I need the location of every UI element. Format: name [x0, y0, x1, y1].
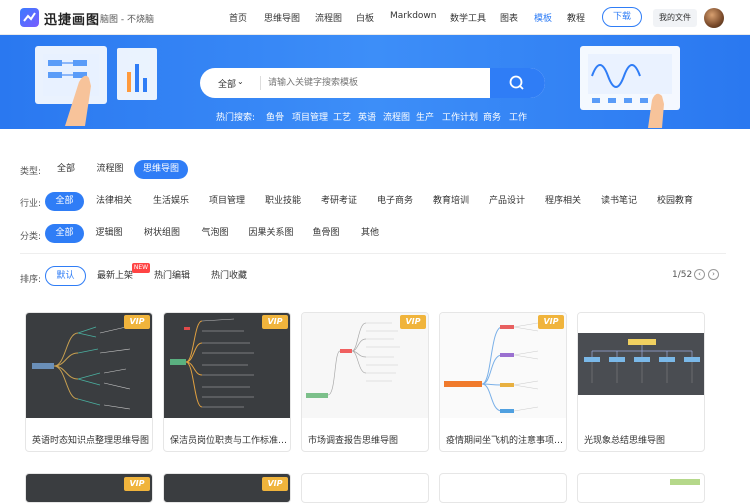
- category-filter-other[interactable]: 其他: [359, 224, 381, 243]
- divider: [20, 253, 726, 254]
- vip-badge: VIP: [538, 315, 564, 329]
- category-filter-bubble[interactable]: 气泡图: [200, 224, 230, 243]
- banner-illustration-right-icon: [580, 46, 680, 128]
- sort-label: 排序:: [20, 275, 42, 285]
- nav-tutorials[interactable]: 教程: [567, 11, 585, 24]
- sort-default[interactable]: 默认: [45, 266, 86, 286]
- hot-search-item[interactable]: 工作计划: [442, 110, 478, 123]
- industry-filter-exam[interactable]: 考研考证: [319, 192, 359, 211]
- industry-filter-education[interactable]: 教育培训: [431, 192, 471, 211]
- banner-illustration-left-icon: [35, 46, 157, 126]
- template-title[interactable]: 疫情期间坐飞机的注意事项思...: [446, 433, 564, 446]
- hot-search-item[interactable]: 流程图: [383, 110, 410, 123]
- template-title[interactable]: 英语时态知识点整理思维导图: [32, 433, 150, 446]
- template-card[interactable]: VIP 保洁员岗位职责与工作标准思...: [163, 312, 291, 452]
- hot-search-item[interactable]: 鱼骨: [266, 110, 284, 123]
- next-page-icon[interactable]: ›: [708, 269, 719, 280]
- thumbnail-node: [670, 479, 700, 485]
- vip-badge: VIP: [400, 315, 426, 329]
- template-title[interactable]: 保洁员岗位职责与工作标准思...: [170, 433, 288, 446]
- hot-search-item[interactable]: 商务: [483, 110, 501, 123]
- template-card[interactable]: VIP 市场调查报告思维导图: [301, 312, 429, 452]
- prev-page-icon[interactable]: ‹: [694, 269, 705, 280]
- industry-filter-reading[interactable]: 读书笔记: [599, 192, 639, 211]
- industry-filter-project[interactable]: 项目管理: [207, 192, 247, 211]
- nav-math-tools[interactable]: 数学工具: [450, 11, 486, 24]
- template-card[interactable]: VIP 英语时态知识点整理思维导图: [25, 312, 153, 452]
- template-card[interactable]: [301, 473, 429, 503]
- chevron-down-icon[interactable]: ⌄: [237, 77, 244, 86]
- template-title[interactable]: 市场调查报告思维导图: [308, 433, 426, 446]
- my-files-button[interactable]: 我的文件: [653, 9, 697, 27]
- nav-mindmap[interactable]: 思维导图: [264, 11, 300, 24]
- template-card[interactable]: 光现象总结思维导图: [577, 312, 705, 452]
- sort-hot-edit[interactable]: 热门编辑: [152, 266, 192, 286]
- industry-filter-ecommerce[interactable]: 电子商务: [375, 192, 415, 211]
- industry-filter-product[interactable]: 产品设计: [487, 192, 527, 211]
- nav-charts[interactable]: 图表: [500, 11, 518, 24]
- vip-badge: VIP: [262, 315, 288, 329]
- industry-filter-all[interactable]: 全部: [45, 192, 84, 211]
- hot-search-item[interactable]: 生产: [416, 110, 434, 123]
- industry-filter-skills[interactable]: 职业技能: [263, 192, 303, 211]
- category-filter-causal[interactable]: 因果关系图: [246, 224, 296, 243]
- type-filter-mindmap[interactable]: 思维导图: [134, 160, 188, 179]
- search-divider: [260, 76, 261, 90]
- type-filter-all[interactable]: 全部: [50, 160, 82, 179]
- search-button[interactable]: [490, 68, 545, 98]
- industry-filter-law[interactable]: 法律相关: [94, 192, 134, 211]
- template-thumbnail: [578, 313, 704, 418]
- top-bar: 迅捷画图 脑图 - 不烧脑 首页 思维导图 流程图 白板 Markdown 数学…: [0, 0, 750, 35]
- logo-icon[interactable]: [20, 8, 39, 27]
- category-filter-tree[interactable]: 树状组图: [142, 224, 182, 243]
- industry-filter-label: 行业:: [20, 199, 42, 209]
- nav-flowchart[interactable]: 流程图: [315, 11, 342, 24]
- category-filter-label: 分类:: [20, 232, 42, 242]
- type-filter-flowchart[interactable]: 流程图: [90, 160, 130, 179]
- type-filter-label: 类型:: [20, 167, 42, 177]
- template-title[interactable]: 光现象总结思维导图: [584, 433, 702, 446]
- hot-search-item[interactable]: 工作: [509, 110, 527, 123]
- new-badge: NEW: [132, 263, 150, 273]
- template-card[interactable]: [577, 473, 705, 503]
- hot-search-item[interactable]: 英语: [358, 110, 376, 123]
- template-card[interactable]: VIP 疫情期间坐飞机的注意事项思...: [439, 312, 567, 452]
- category-filter-logic[interactable]: 逻辑图: [94, 224, 124, 243]
- brand-tagline: 脑图 - 不烧脑: [100, 15, 154, 25]
- vip-badge: VIP: [124, 315, 150, 329]
- sort-hot-fav[interactable]: 热门收藏: [209, 266, 249, 286]
- download-button[interactable]: 下载: [602, 7, 642, 27]
- search-input[interactable]: [268, 74, 488, 92]
- template-card[interactable]: [439, 473, 567, 503]
- nav-home[interactable]: 首页: [229, 11, 247, 24]
- search-icon: [509, 75, 524, 90]
- search-category-select[interactable]: 全部: [218, 77, 236, 90]
- nav-whiteboard[interactable]: 白板: [356, 11, 374, 24]
- sort-newest[interactable]: 最新上架: [95, 266, 135, 286]
- search-box: 全部 ⌄: [200, 68, 545, 98]
- industry-filter-programming[interactable]: 程序相关: [543, 192, 583, 211]
- hot-search-label: 热门搜索:: [216, 113, 256, 123]
- industry-filter-campus[interactable]: 校园教育: [655, 192, 695, 211]
- template-card[interactable]: VIP: [25, 473, 153, 503]
- nav-templates[interactable]: 模板: [534, 11, 552, 24]
- brand-name[interactable]: 迅捷画图: [44, 9, 100, 28]
- category-filter-all[interactable]: 全部: [45, 224, 84, 243]
- page-indicator: 1/52: [672, 270, 693, 280]
- hot-search-item[interactable]: 工艺: [333, 110, 351, 123]
- template-card[interactable]: VIP: [163, 473, 291, 503]
- industry-filter-life[interactable]: 生活娱乐: [151, 192, 191, 211]
- category-filter-fishbone[interactable]: 鱼骨图: [311, 224, 341, 243]
- hot-search-item[interactable]: 项目管理: [292, 110, 328, 123]
- vip-badge: VIP: [262, 477, 288, 491]
- avatar[interactable]: [704, 8, 724, 28]
- nav-markdown[interactable]: Markdown: [390, 11, 436, 21]
- vip-badge: VIP: [124, 477, 150, 491]
